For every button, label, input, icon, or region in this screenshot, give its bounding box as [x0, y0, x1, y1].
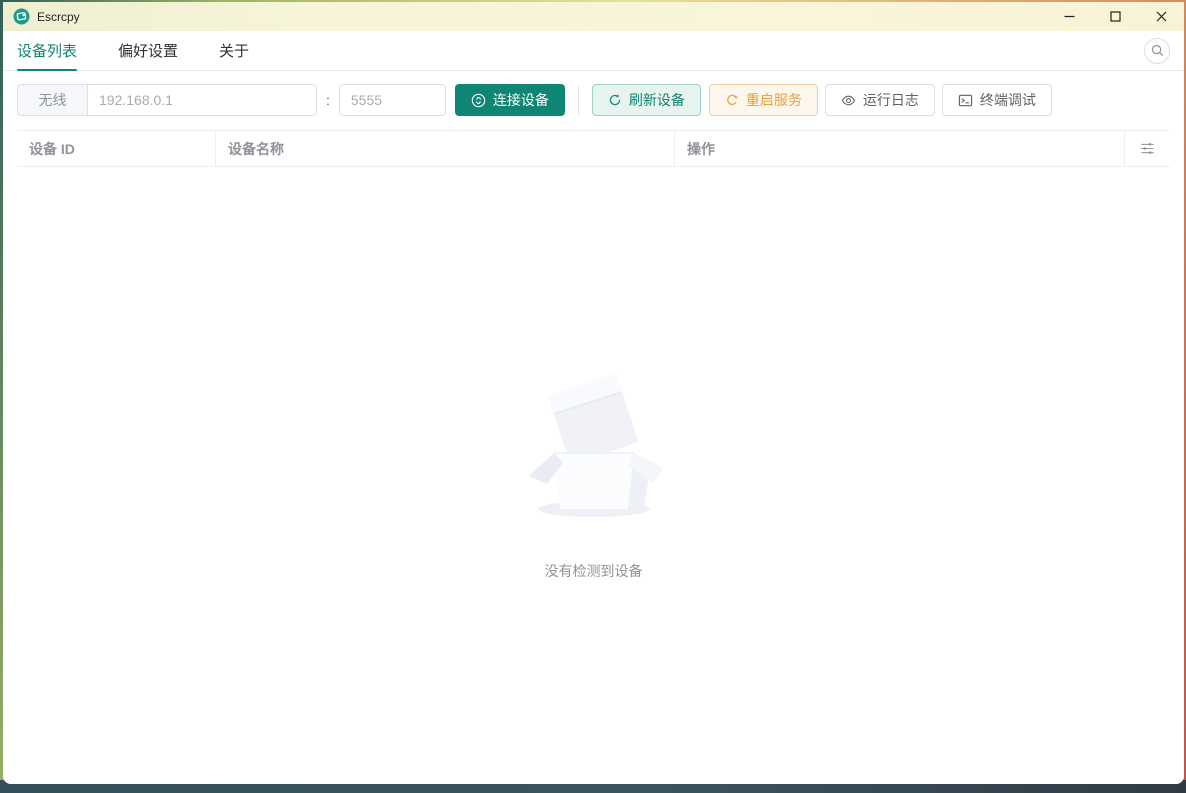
- restart-service-label: 重启服务: [745, 92, 802, 108]
- terminal-debug-label: 终端调试: [979, 92, 1036, 108]
- tab-device-list[interactable]: 设备列表: [17, 31, 78, 71]
- app-logo-icon: [13, 8, 30, 25]
- maximize-button[interactable]: [1092, 2, 1138, 31]
- tab-preferences[interactable]: 偏好设置: [118, 31, 178, 70]
- minimize-icon: [1064, 15, 1074, 18]
- refresh-icon: [609, 94, 621, 106]
- device-table-body: 没有检测到设备: [3, 167, 1184, 784]
- connect-device-label: 连接设备: [492, 92, 549, 108]
- column-settings-cell: [1125, 131, 1170, 166]
- tab-device-list-label: 设备列表: [17, 43, 78, 60]
- run-log-button[interactable]: 运行日志: [824, 84, 935, 116]
- wireless-address-group: 无线: [17, 84, 317, 116]
- window-controls: [1046, 2, 1184, 31]
- sliders-icon: [1141, 143, 1154, 154]
- wireless-label: 无线: [17, 84, 87, 116]
- terminal-debug-button[interactable]: 终端调试: [941, 84, 1052, 116]
- column-header-device-id: 设备 ID: [17, 131, 216, 166]
- connect-device-button[interactable]: 连接设备: [454, 84, 565, 116]
- search-button[interactable]: [1144, 37, 1170, 64]
- toolbar-divider: [577, 85, 579, 115]
- restart-icon: [727, 94, 738, 105]
- restart-service-button[interactable]: 重启服务: [708, 84, 818, 116]
- maximize-icon: [1109, 11, 1121, 22]
- search-icon: [1151, 44, 1163, 57]
- column-header-operations: 操作: [675, 131, 1125, 166]
- column-header-device-name-label: 设备名称: [228, 140, 284, 157]
- tab-preferences-label: 偏好设置: [118, 43, 179, 60]
- tab-bar: 设备列表 偏好设置 关于: [3, 31, 1184, 71]
- host-input[interactable]: [87, 84, 317, 116]
- empty-box-illustration: [528, 374, 664, 517]
- column-header-operations-label: 操作: [687, 140, 715, 157]
- close-icon: [1156, 11, 1166, 22]
- device-table-header: 设备 ID 设备名称 操作: [17, 130, 1170, 167]
- window-title: Escrcpy: [37, 9, 80, 24]
- tab-about[interactable]: 关于: [219, 31, 249, 70]
- link-icon: [471, 93, 486, 107]
- column-header-device-name: 设备名称: [216, 131, 675, 166]
- port-separator: :: [326, 92, 330, 108]
- tab-about-label: 关于: [219, 43, 250, 60]
- minimize-button[interactable]: [1046, 2, 1092, 31]
- titlebar: Escrcpy: [3, 2, 1184, 31]
- empty-description: 没有检测到设备: [544, 562, 643, 579]
- run-log-label: 运行日志: [862, 92, 919, 108]
- close-button[interactable]: [1138, 2, 1184, 31]
- connection-toolbar: 无线 : 连接设备 刷新设备 重启服务: [17, 84, 1170, 116]
- escrcpy-window: Escrcpy 设备列表 偏好设置 关于 无线 192.168.0.1: 55…: [3, 2, 1184, 784]
- column-settings-button[interactable]: [1140, 141, 1155, 156]
- column-header-device-id-label: 设备 ID: [29, 140, 75, 157]
- refresh-devices-button[interactable]: 刷新设备: [591, 84, 701, 116]
- eye-icon: [841, 95, 856, 105]
- terminal-icon: [958, 94, 973, 106]
- port-input[interactable]: [338, 84, 446, 116]
- refresh-devices-label: 刷新设备: [628, 92, 685, 108]
